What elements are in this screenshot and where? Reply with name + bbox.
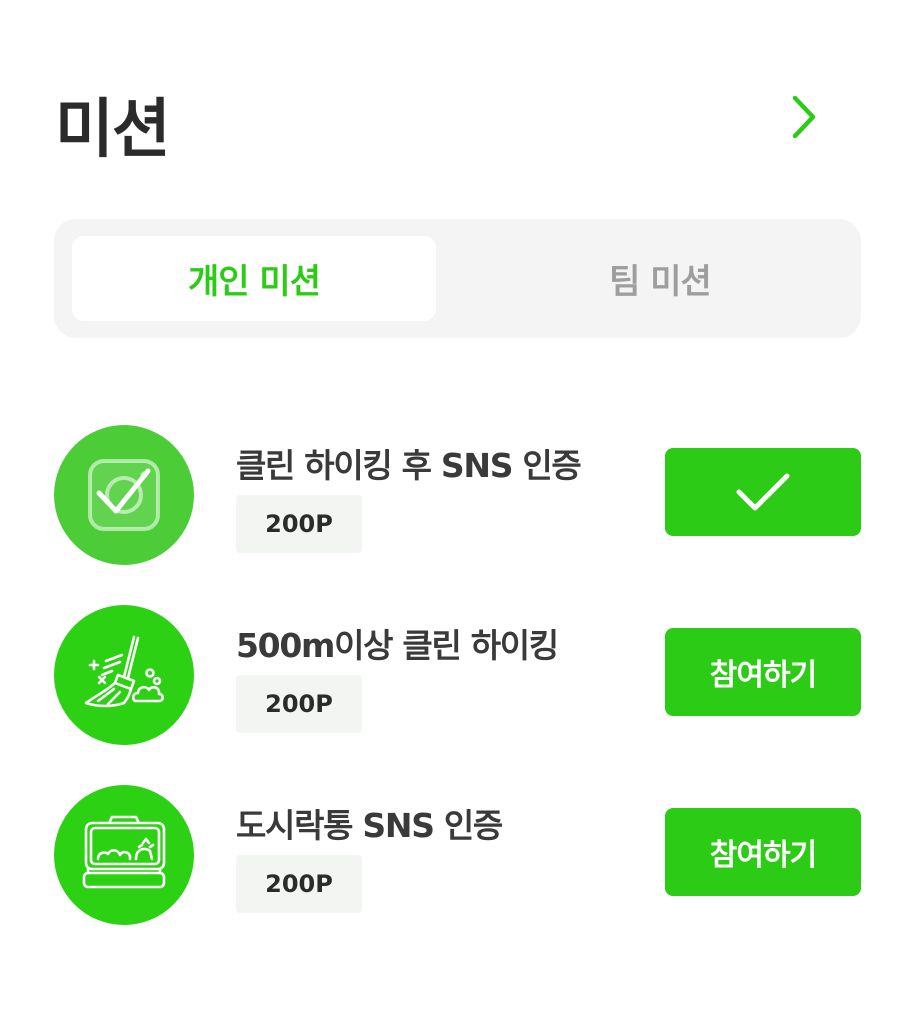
tab-team-missions[interactable]: 팀 미션	[478, 236, 842, 321]
points-badge: 200P	[236, 495, 362, 553]
mission-item: 클린 하이킹 후 SNS 인증 200P	[54, 425, 861, 565]
tab-personal-missions[interactable]: 개인 미션	[72, 236, 436, 321]
instagram-check-icon	[54, 425, 194, 565]
mission-item: 도시락통 SNS 인증 200P 참여하기	[54, 785, 861, 925]
points-badge: 200P	[236, 855, 362, 913]
lunchbox-icon	[54, 785, 194, 925]
mission-title: 클린 하이킹 후 SNS 인증	[236, 446, 582, 485]
chevron-right-icon[interactable]	[780, 92, 830, 142]
mission-item: 500m이상 클린 하이킹 200P 참여하기	[54, 605, 861, 745]
page-title: 미션	[55, 93, 171, 167]
broom-sweeping-icon	[54, 605, 194, 745]
mission-title: 500m이상 클린 하이킹	[236, 626, 559, 665]
mission-title: 도시락통 SNS 인증	[236, 806, 503, 845]
join-mission-button[interactable]: 참여하기	[665, 628, 861, 716]
checkmark-icon	[736, 473, 790, 511]
points-badge: 200P	[236, 675, 362, 733]
mission-tabs: 개인 미션 팀 미션	[54, 219, 861, 338]
join-mission-button[interactable]: 참여하기	[665, 808, 861, 896]
mission-completed-button[interactable]	[665, 448, 861, 536]
